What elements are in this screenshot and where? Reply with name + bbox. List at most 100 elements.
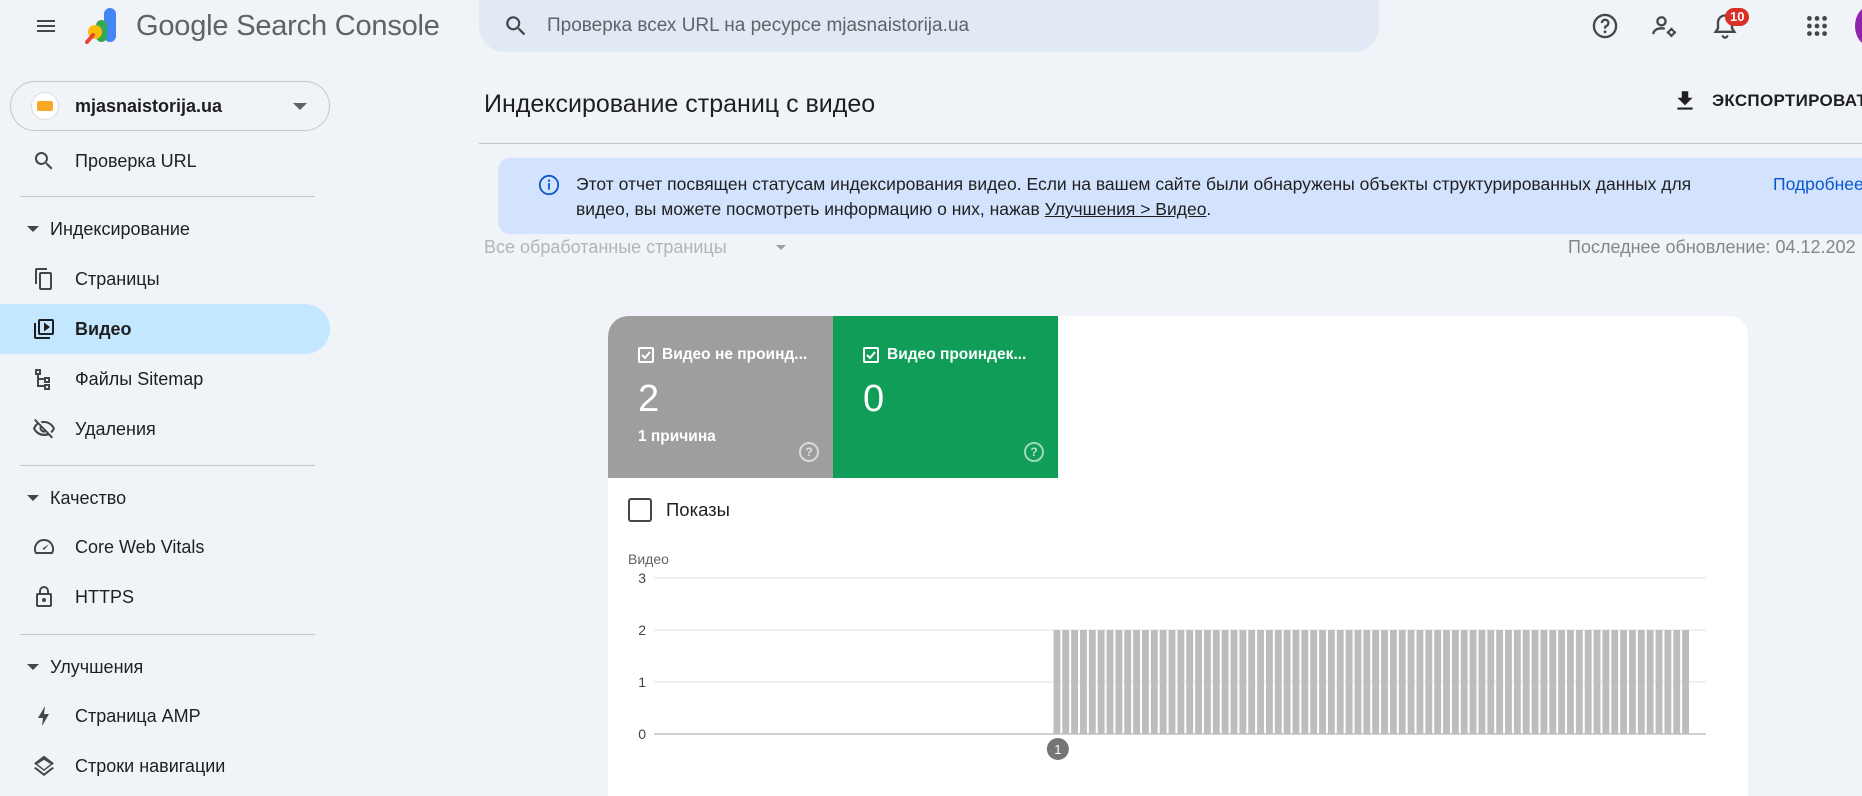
- sidebar-section-quality[interactable]: Качество: [0, 478, 330, 518]
- checkbox-checked-icon[interactable]: [638, 347, 654, 363]
- bar: [1407, 630, 1415, 734]
- chevron-down-icon: [293, 103, 307, 110]
- property-name: mjasnaistorija.ua: [75, 95, 223, 116]
- property-selector[interactable]: mjasnaistorija.ua: [10, 81, 330, 131]
- bar: [1345, 630, 1353, 734]
- bar: [1673, 630, 1681, 734]
- caret-down-icon: [27, 495, 39, 501]
- y-tick-label: 1: [638, 674, 646, 690]
- tile-label: Видео не проинд...: [662, 346, 808, 363]
- help-icon[interactable]: ?: [1024, 442, 1044, 462]
- sidebar-item-https[interactable]: HTTPS: [0, 572, 330, 622]
- removals-icon: [33, 418, 55, 439]
- bar: [1292, 630, 1300, 734]
- sidebar-item-core-web-vitals[interactable]: Core Web Vitals: [0, 522, 330, 572]
- bar: [1257, 630, 1264, 734]
- sidebar-item-label: Core Web Vitals: [75, 536, 205, 557]
- bar: [1478, 630, 1486, 734]
- bar: [1106, 630, 1114, 734]
- tile-subtitle: 1 причина: [638, 428, 716, 445]
- bar: [1354, 630, 1362, 734]
- bar: [1124, 630, 1132, 734]
- checkbox-checked-icon[interactable]: [863, 347, 879, 363]
- sidebar-item-url-inspection[interactable]: Проверка URL: [0, 136, 330, 186]
- learn-more-link[interactable]: Подробнее: [1773, 174, 1862, 195]
- avatar[interactable]: [1855, 6, 1862, 46]
- menu-icon[interactable]: [28, 8, 64, 44]
- pages-filter[interactable]: Все обработанные страницы: [484, 237, 727, 258]
- checkbox[interactable]: [628, 498, 652, 522]
- account-settings-icon[interactable]: [1647, 8, 1683, 44]
- bar: [1593, 630, 1601, 734]
- bar: [1239, 630, 1247, 734]
- property-logo-icon: [31, 92, 59, 120]
- sitemap-icon: [35, 369, 50, 390]
- info-icon: [538, 174, 560, 196]
- lock-icon: [36, 586, 52, 607]
- report-card: Видео не проинд... 2 1 причина ? Видео п…: [608, 316, 1748, 796]
- divider: [20, 465, 315, 466]
- bar: [1080, 630, 1087, 734]
- sidebar-item-amp[interactable]: Страница AMP: [0, 691, 330, 741]
- gauge-icon: [33, 538, 55, 554]
- section-label: Индексирование: [50, 218, 190, 239]
- not-indexed-tile[interactable]: Видео не проинд... 2 1 причина ?: [608, 316, 833, 478]
- bar: [1195, 630, 1202, 734]
- help-icon[interactable]: [1587, 8, 1623, 44]
- bar: [1558, 630, 1566, 734]
- sidebar-section-indexing[interactable]: Индексирование: [0, 209, 330, 249]
- bar: [1265, 630, 1273, 734]
- apps-grid-icon[interactable]: [1799, 8, 1835, 44]
- tile-value: 2: [638, 378, 660, 420]
- bar: [1416, 630, 1424, 734]
- bar: [1327, 630, 1335, 734]
- help-icon[interactable]: ?: [799, 442, 819, 462]
- sidebar-item-sitemaps[interactable]: Файлы Sitemap: [0, 354, 330, 404]
- app-logo[interactable]: Google Search Console: [84, 4, 440, 48]
- annotation-label: 1: [1054, 742, 1061, 757]
- export-button[interactable]: ЭКСПОРТИРОВАТ: [1672, 88, 1862, 114]
- pages-icon: [35, 268, 52, 290]
- sidebar-item-label: HTTPS: [75, 586, 135, 607]
- tile-label: Видео проиндек...: [887, 346, 1027, 363]
- y-axis-title: Видео: [628, 551, 669, 567]
- bar: [1496, 630, 1504, 734]
- search-bar[interactable]: [479, 0, 1379, 52]
- sidebar-item-removals[interactable]: Удаления: [0, 404, 330, 454]
- divider: [479, 143, 1862, 144]
- sidebar-item-pages[interactable]: Страницы: [0, 254, 330, 304]
- bar: [1203, 630, 1211, 734]
- sidebar-item-label: Страница AMP: [75, 705, 201, 726]
- notifications-icon[interactable]: 10: [1707, 8, 1750, 44]
- sidebar-section-enhancements[interactable]: Улучшения: [0, 647, 330, 687]
- sidebar-item-video[interactable]: Видео: [0, 304, 330, 354]
- bar: [1637, 630, 1645, 734]
- tile-value: 0: [863, 378, 885, 420]
- indexed-tile[interactable]: Видео проиндек... 0 ?: [833, 316, 1058, 478]
- search-input[interactable]: [547, 15, 1327, 37]
- bar: [1097, 630, 1105, 734]
- info-banner: Этот отчет посвящен статусам индексирова…: [498, 158, 1862, 234]
- app-title: Google Search Console: [136, 9, 440, 42]
- bar: [1443, 630, 1450, 734]
- bar: [1505, 630, 1512, 734]
- bar: [1451, 630, 1459, 734]
- info-text: Этот отчет посвящен статусам индексирова…: [576, 174, 1692, 219]
- bar: [1372, 630, 1380, 734]
- bar: [1142, 630, 1149, 734]
- impressions-toggle[interactable]: Показы: [628, 498, 730, 522]
- bar: [1434, 630, 1442, 734]
- bar: [1602, 630, 1610, 734]
- sidebar-item-label: Строки навигации: [75, 755, 226, 776]
- bar: [1133, 630, 1141, 734]
- bar: [1088, 630, 1096, 734]
- bar: [1575, 630, 1583, 734]
- bar: [1230, 630, 1238, 734]
- bar: [1469, 630, 1477, 734]
- sidebar-item-breadcrumbs[interactable]: Строки навигации: [0, 741, 330, 791]
- bar: [1319, 630, 1326, 734]
- last-updated: Последнее обновление: 04.12.202: [1568, 237, 1856, 257]
- bar: [1301, 630, 1309, 734]
- download-icon: [1677, 91, 1693, 110]
- enhancements-video-link[interactable]: Улучшения > Видео: [1045, 199, 1207, 219]
